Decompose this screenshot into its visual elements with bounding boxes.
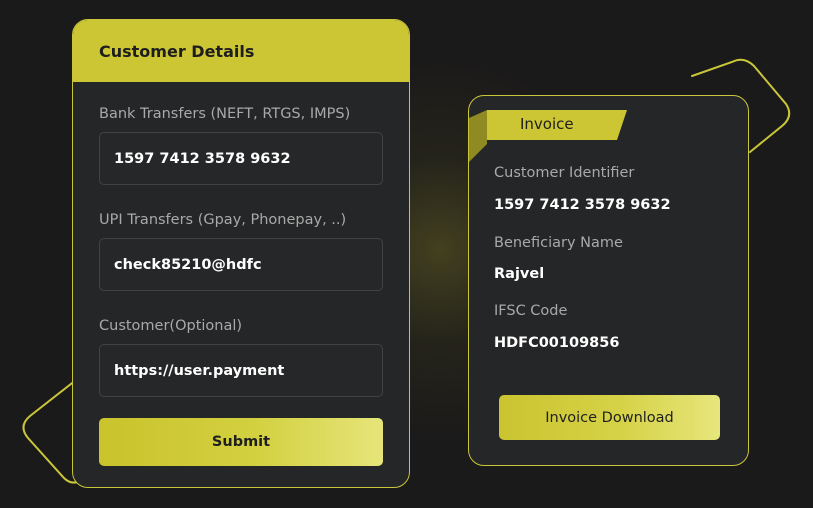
ifsc-code-value: HDFC00109856: [494, 335, 620, 351]
customer-optional-label: Customer(Optional): [99, 318, 243, 334]
invoice-card: Invoice Customer Identifier 1597 7412 35…: [468, 95, 749, 466]
beneficiary-name-value: Rajvel: [494, 266, 545, 282]
invoice-download-button[interactable]: Invoice Download: [499, 395, 720, 440]
customer-optional-input[interactable]: https://user.payment: [99, 344, 383, 397]
customer-identifier-label: Customer Identifier: [494, 165, 635, 181]
upi-transfer-input[interactable]: check85210@hdfc: [99, 238, 383, 291]
ifsc-code-label: IFSC Code: [494, 303, 568, 319]
beneficiary-name-label: Beneficiary Name: [494, 235, 623, 251]
submit-button[interactable]: Submit: [99, 418, 383, 466]
bank-transfer-label: Bank Transfers (NEFT, RTGS, IMPS): [99, 106, 351, 122]
invoice-title: Invoice: [520, 115, 574, 133]
upi-transfer-label: UPI Transfers (Gpay, Phonepay, ..): [99, 212, 347, 228]
customer-details-card: Customer Details Bank Transfers (NEFT, R…: [72, 19, 410, 488]
customer-details-title: Customer Details: [73, 20, 409, 82]
bank-transfer-input[interactable]: 1597 7412 3578 9632: [99, 132, 383, 185]
customer-identifier-value: 1597 7412 3578 9632: [494, 197, 671, 213]
